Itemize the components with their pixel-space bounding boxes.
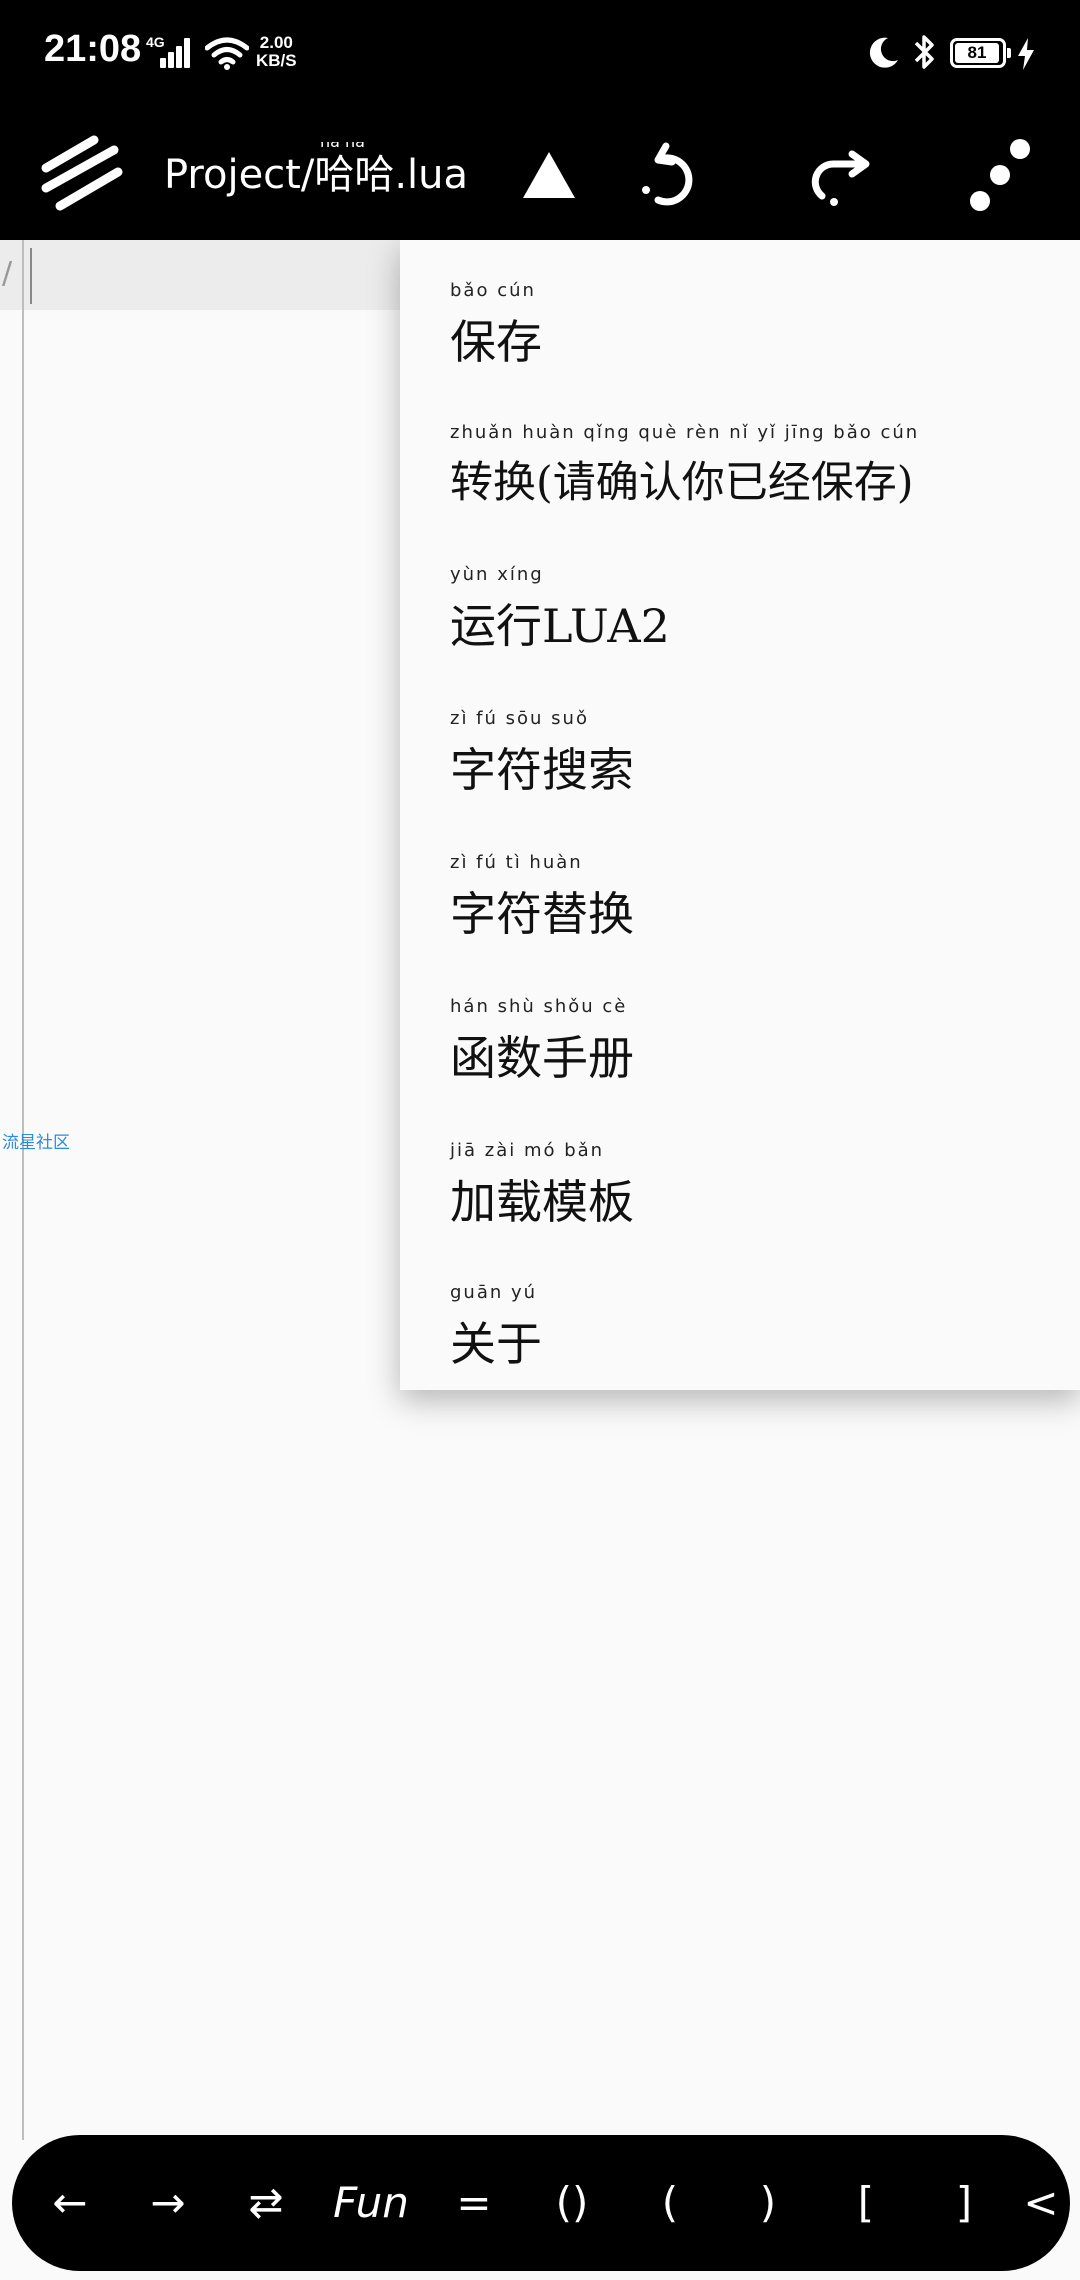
menu-item-convert[interactable]: zhuǎn huàn qǐng què rèn nǐ yǐ jīng bǎo c… [450,422,1070,532]
key-less-than[interactable]: < [1012,2135,1070,2271]
menu-item-label: 加载模板 [450,1175,634,1229]
title-ruby: hā hā [320,142,365,151]
menu-item-load-template[interactable]: jiā zài mó bǎn 加载模板 [450,1140,1070,1250]
text-cursor [30,248,32,304]
file-path: Project/哈哈.lua [164,152,469,198]
menu-item-pinyin: bǎo cún [450,280,536,301]
key-arrow-right[interactable]: → [118,2135,218,2271]
line-number-gutter [0,240,24,2140]
menu-item-label: 字符替换 [450,887,634,941]
speed-unit: KB/S [256,51,297,70]
key-parens[interactable]: () [522,2135,622,2271]
more-options-icon[interactable] [946,110,1056,240]
play-triangle-icon[interactable] [494,110,604,240]
key-open-paren[interactable]: ( [620,2135,720,2271]
menu-item-pinyin: hán shù shǒu cè [450,996,628,1017]
menu-item-search[interactable]: zì fú sōu suǒ 字符搜索 [450,708,1070,818]
key-arrow-left[interactable]: ← [20,2135,120,2271]
editor-current-line[interactable]: / [0,240,400,310]
menu-item-pinyin: yùn xíng [450,564,544,585]
key-equals[interactable]: = [424,2135,524,2271]
menu-item-save[interactable]: bǎo cún 保存 [450,280,1070,390]
overflow-menu: bǎo cún 保存 zhuǎn huàn qǐng què rèn nǐ yǐ… [400,240,1080,1390]
menu-item-run-lua2[interactable]: yùn xíng 运行LUA2 [450,564,1070,674]
menu-item-function-manual[interactable]: hán shù shǒu cè 函数手册 [450,996,1070,1106]
speed-value: 2.00 [259,33,293,52]
status-time: 21:08 [44,28,142,70]
charging-icon [1016,38,1036,74]
menu-item-about[interactable]: guān yú 关于 [450,1282,1070,1392]
signal-icon [160,36,192,68]
bluetooth-icon [912,32,938,76]
key-swap[interactable]: ⇄ [216,2135,316,2271]
key-open-bracket[interactable]: [ [816,2135,916,2271]
menu-item-label: 关于 [450,1317,542,1371]
menu-item-pinyin: zhuǎn huàn qǐng què rèn nǐ yǐ jīng bǎo c… [450,422,920,443]
community-watermark: 流星社区 [2,1133,70,1153]
symbol-key-bar: ← → ⇄ Fun = () ( ) [ ] < [12,2135,1070,2271]
key-close-paren[interactable]: ) [718,2135,818,2271]
menu-item-label: 函数手册 [450,1031,634,1085]
key-fun[interactable]: Fun [316,2135,426,2271]
status-bar: 21:08 4G 2.00 KB/S 81 [0,0,1080,110]
menu-item-label: 字符搜索 [450,743,634,797]
key-close-bracket[interactable]: ] [914,2135,1014,2271]
file-path-title: Project/哈哈.lua hā hā [164,142,524,200]
wifi-icon [204,36,250,74]
battery-icon: 81 [950,38,1011,68]
network-speed: 2.00 KB/S [256,34,297,70]
battery-level: 81 [955,43,999,63]
undo-icon[interactable] [616,110,726,240]
redo-icon[interactable] [782,110,892,240]
menu-item-replace[interactable]: zì fú tì huàn 字符替换 [450,852,1070,962]
menu-item-pinyin: jiā zài mó bǎn [450,1140,605,1161]
menu-item-pinyin: guān yú [450,1282,538,1303]
moon-icon [866,36,900,74]
menu-item-pinyin: zì fú sōu suǒ [450,708,589,729]
menu-item-label: 保存 [450,315,542,369]
app-toolbar: Project/哈哈.lua hā hā [0,110,1080,240]
menu-item-pinyin: zì fú tì huàn [450,852,583,873]
menu-icon[interactable] [38,128,130,220]
menu-item-label: 运行LUA2 [450,599,670,653]
menu-item-label: 转换(请确认你已经保存) [450,458,914,508]
